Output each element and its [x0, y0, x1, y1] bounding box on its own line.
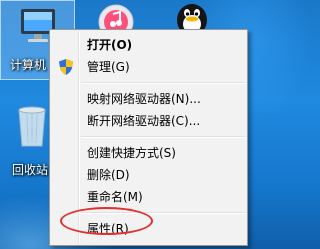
uac-shield-icon: [59, 59, 73, 75]
menu-item-delete[interactable]: 删除(D): [52, 164, 245, 186]
annotation-ellipse: [60, 207, 153, 235]
menu-item-open[interactable]: 打开(O): [52, 34, 245, 56]
itunes-icon: [98, 4, 134, 40]
menu-item-label: 重命名(M): [87, 190, 143, 204]
recycle-bin-icon: [18, 106, 46, 147]
menu-item-rename[interactable]: 重命名(M): [52, 186, 245, 208]
menu-item-label: 映射网络驱动器(N)...: [87, 92, 201, 106]
qq-penguin-icon: [177, 4, 207, 36]
menu-item-label: 管理(G): [87, 60, 130, 74]
menu-item-label: 断开网络驱动器(C)...: [87, 114, 201, 128]
menu-item-manage[interactable]: 管理(G): [52, 56, 245, 78]
desktop-icon-itunes[interactable]: [98, 4, 134, 40]
desktop-icon-label: 回收站: [12, 163, 49, 177]
menu-separator: [81, 82, 245, 84]
menu-item-label: 创建快捷方式(S): [87, 146, 176, 160]
menu-item-label: 删除(D): [87, 168, 130, 182]
menu-separator: [81, 136, 245, 138]
desktop-icon-label: 计算机: [10, 58, 47, 72]
desktop-icon-qq[interactable]: [172, 2, 212, 36]
menu-item-create-shortcut[interactable]: 创建快捷方式(S): [52, 142, 245, 164]
menu-item-label: 打开(O): [87, 38, 133, 52]
menu-item-map-network-drive[interactable]: 映射网络驱动器(N)...: [52, 88, 245, 110]
menu-item-disconnect-network-drive[interactable]: 断开网络驱动器(C)...: [52, 110, 245, 132]
